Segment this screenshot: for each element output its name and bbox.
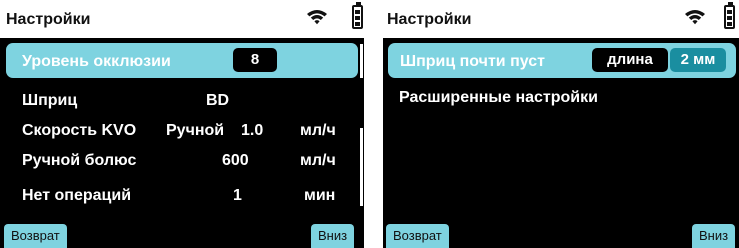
manual-bolus-unit: мл/ч: [300, 152, 336, 169]
setting-label: Шприц почти пуст: [400, 53, 545, 70]
no-operation-label: Нет операций: [22, 187, 132, 204]
syringe-value[interactable]: BD: [206, 92, 229, 110]
footer: Возврат Вниз: [0, 224, 364, 248]
kvo-rate-value[interactable]: 1.0: [241, 122, 263, 140]
down-button[interactable]: Вниз: [692, 224, 736, 248]
wifi-icon: [684, 8, 706, 31]
syringe-label: Шприц: [22, 92, 78, 109]
header: Настройки: [0, 0, 364, 38]
kvo-rate-label: Скорость KVO: [22, 122, 137, 139]
left-screen: Настройки Уровень окклюзии 8 Шприц BD Ск…: [0, 0, 364, 248]
scrollbar-thumb[interactable]: [360, 128, 363, 206]
no-operation-value[interactable]: 1: [233, 187, 242, 205]
mode-option[interactable]: длина: [592, 48, 668, 72]
kvo-rate-unit: мл/ч: [300, 122, 336, 139]
battery-icon: [352, 2, 363, 29]
footer: Возврат Вниз: [383, 224, 739, 248]
syringe-near-empty-setting[interactable]: Шприц почти пуст длина 2 мм: [388, 43, 736, 78]
right-screen: Настройки Шприц почти пуст длина 2 мм Ра…: [383, 0, 739, 248]
header: Настройки: [383, 0, 739, 38]
manual-bolus-value[interactable]: 600: [222, 152, 249, 170]
back-button[interactable]: Возврат: [4, 224, 67, 248]
screen-divider: [364, 0, 383, 248]
setting-label: Уровень окклюзии: [22, 53, 171, 70]
scrollbar[interactable]: [360, 44, 363, 78]
kvo-mode-value[interactable]: Ручной: [166, 122, 224, 140]
wifi-icon: [306, 8, 328, 31]
page-title: Настройки: [387, 11, 472, 28]
page-title: Настройки: [6, 11, 91, 28]
down-button[interactable]: Вниз: [311, 224, 355, 248]
occlusion-value[interactable]: 8: [233, 48, 277, 72]
no-operation-unit: мин: [304, 187, 336, 204]
battery-icon: [724, 2, 735, 29]
advanced-settings-item[interactable]: Расширенные настройки: [399, 89, 598, 107]
back-button[interactable]: Возврат: [386, 224, 449, 248]
occlusion-level-setting[interactable]: Уровень окклюзии 8: [6, 43, 358, 78]
length-value[interactable]: 2 мм: [670, 48, 726, 72]
manual-bolus-label: Ручной болюс: [22, 152, 137, 169]
